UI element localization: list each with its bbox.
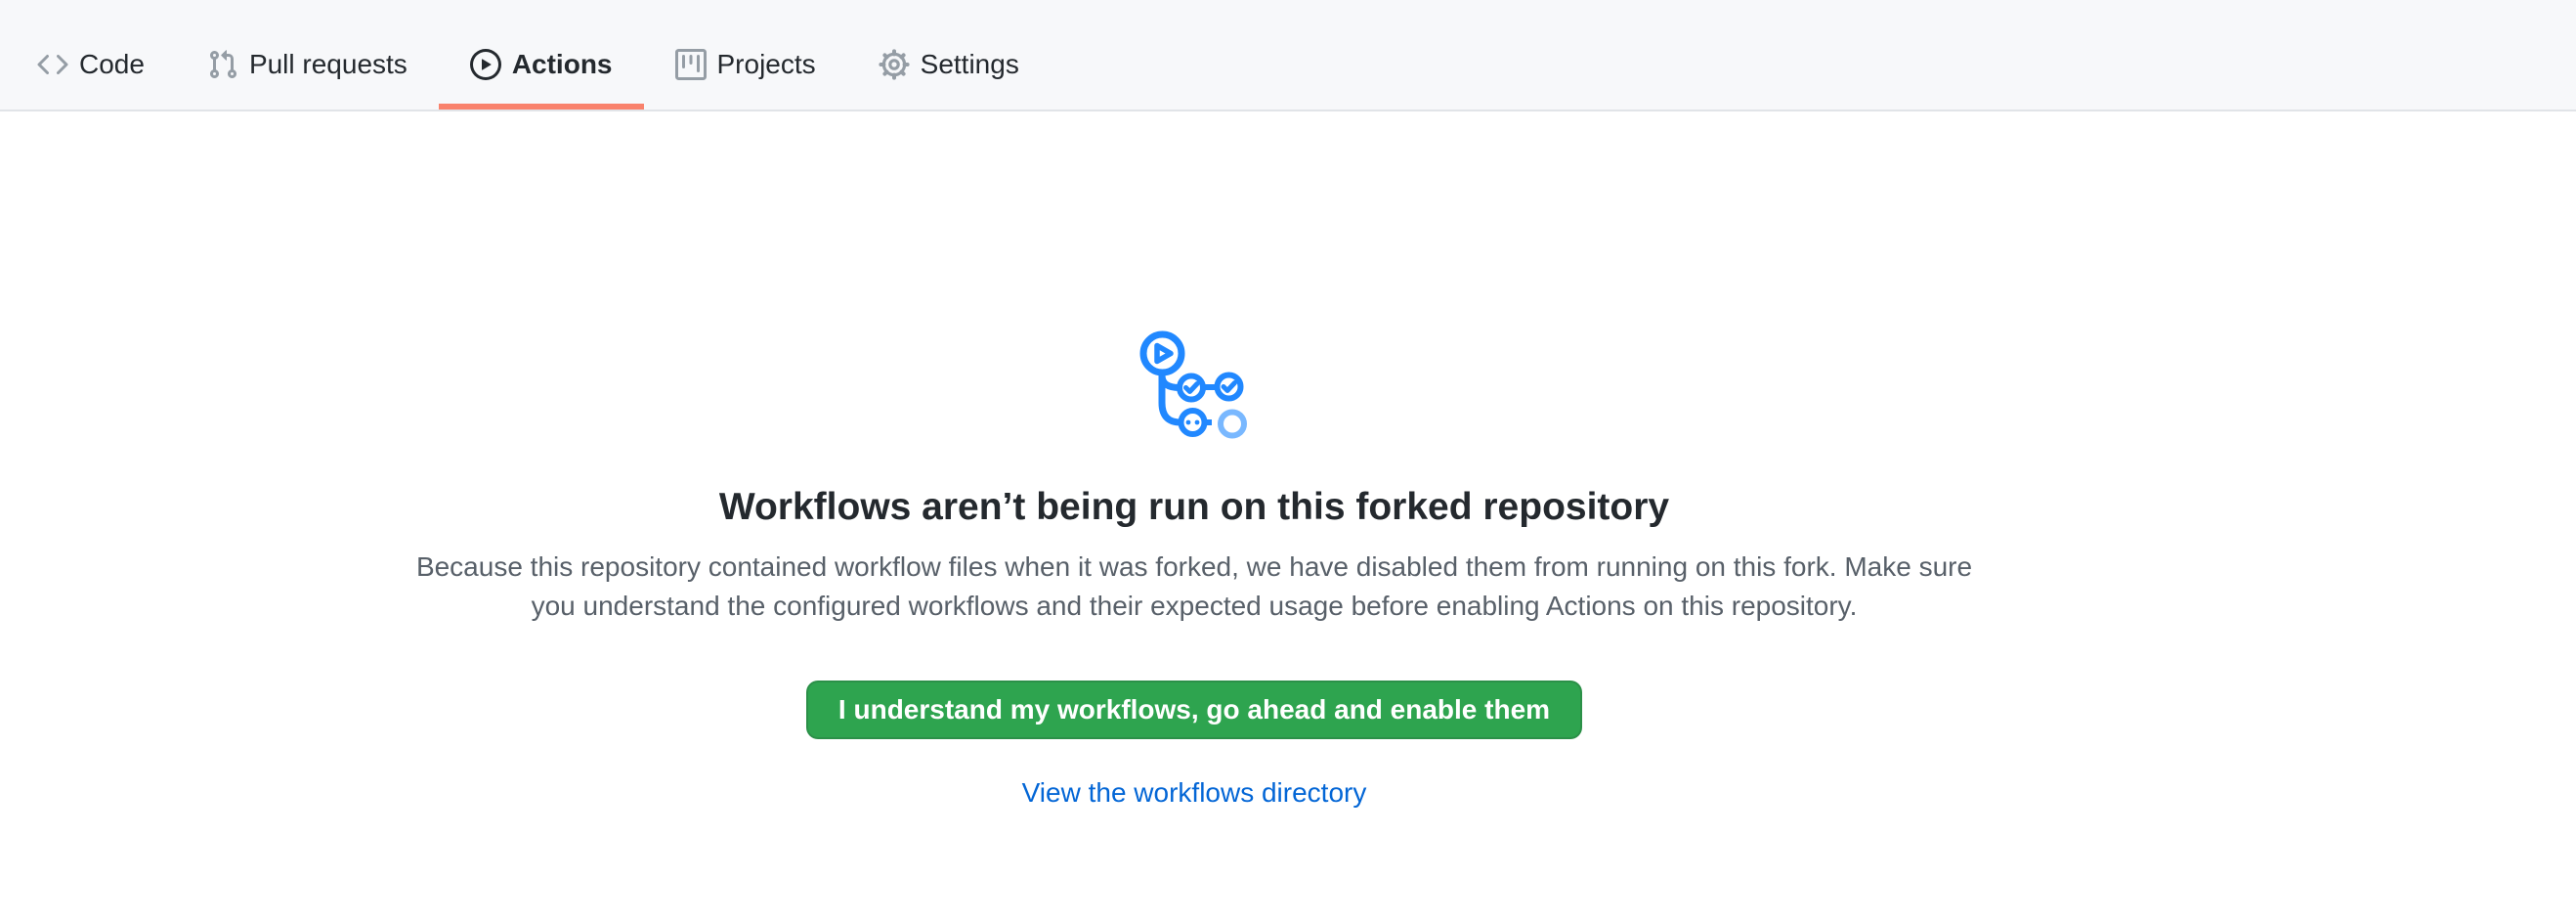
- tab-pull-requests[interactable]: Pull requests: [176, 0, 439, 110]
- gear-icon: [879, 49, 910, 80]
- enable-workflows-button[interactable]: I understand my workflows, go ahead and …: [806, 681, 1582, 739]
- repo-tab-bar: Code Pull requests Actions Projects: [0, 0, 2576, 111]
- tab-settings[interactable]: Settings: [847, 0, 1051, 110]
- tab-label: Settings: [921, 49, 1019, 80]
- tab-label: Projects: [717, 49, 816, 80]
- tab-projects[interactable]: Projects: [644, 0, 847, 110]
- actions-disabled-blankslate: Workflows aren’t being run on this forke…: [398, 330, 1991, 810]
- enable-button-row: I understand my workflows, go ahead and …: [398, 681, 1991, 739]
- blankslate-heading: Workflows aren’t being run on this forke…: [398, 483, 1991, 532]
- tab-label: Pull requests: [249, 49, 408, 80]
- workflow-illustration-icon: [1139, 330, 1249, 440]
- git-pull-request-icon: [207, 49, 238, 80]
- workflows-link-row: View the workflows directory: [398, 776, 1991, 810]
- tab-code[interactable]: Code: [6, 0, 176, 110]
- tab-label: Actions: [512, 49, 613, 80]
- view-workflows-directory-link[interactable]: View the workflows directory: [1022, 777, 1367, 808]
- code-icon: [37, 49, 68, 80]
- project-board-icon: [675, 49, 707, 80]
- tab-actions[interactable]: Actions: [439, 0, 644, 110]
- play-circle-icon: [470, 49, 501, 80]
- blankslate-description: Because this repository contained workfl…: [398, 548, 1991, 626]
- tab-label: Code: [79, 49, 145, 80]
